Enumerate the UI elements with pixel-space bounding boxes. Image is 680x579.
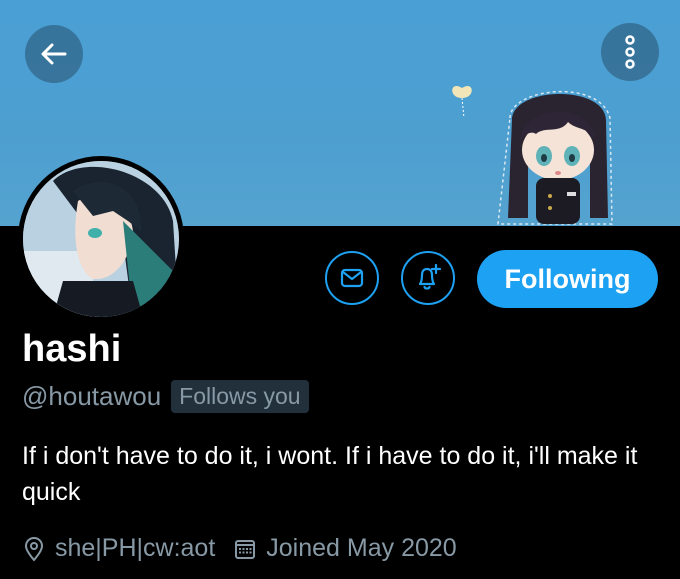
location-item: she|PH|cw:aot (22, 534, 215, 563)
bell-plus-icon (418, 263, 442, 290)
following-button[interactable]: Following (477, 250, 658, 308)
envelope-icon (340, 268, 364, 288)
more-vertical-icon (625, 35, 635, 69)
profile-handle: @houtawou (22, 381, 162, 411)
joined-item: Joined May 2020 (233, 534, 457, 563)
profile-avatar[interactable] (18, 156, 184, 322)
banner-chibi-illustration (452, 85, 613, 225)
location-text: she|PH|cw:aot (55, 534, 216, 562)
calendar-icon (235, 539, 256, 559)
handle-row: @houtawou Follows you (22, 380, 309, 413)
avatar-image (23, 161, 179, 317)
more-options-button[interactable] (601, 23, 659, 81)
profile-name: hashi (22, 328, 122, 370)
joined-text: Joined May 2020 (266, 534, 457, 562)
profile-bio: If i don't have to do it, i wont. If i h… (22, 442, 638, 506)
profile-meta: she|PH|cw:aot Joined May 2020 (22, 534, 457, 563)
arrow-left-icon (41, 43, 67, 65)
butterfly-icon (452, 85, 472, 119)
message-button[interactable] (325, 251, 379, 305)
follows-you-badge: Follows you (171, 380, 309, 413)
location-pin-icon (24, 536, 44, 562)
back-button[interactable] (25, 25, 83, 83)
notifications-button[interactable] (401, 251, 455, 305)
